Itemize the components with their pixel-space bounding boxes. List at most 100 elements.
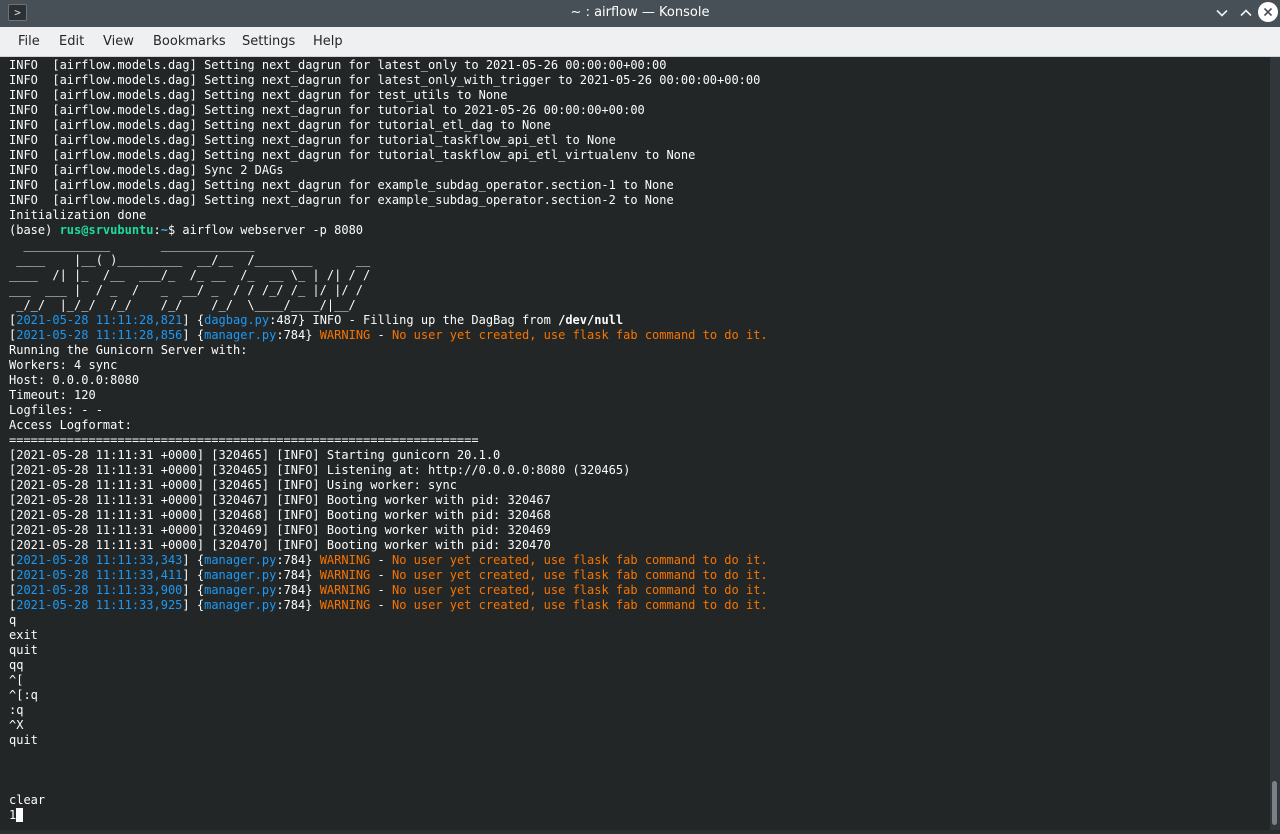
terminal-line: Timeout: 120 <box>9 388 768 403</box>
terminal-segment: [2021-05-28 11:11:31 +0000] [320465] [IN… <box>9 463 631 477</box>
terminal-segment: ___ ___ | / _ / _ __/ _ / / /_/ /_ |/ |/… <box>9 283 364 297</box>
terminal-line: INFO [airflow.models.dag] Setting next_d… <box>9 178 768 193</box>
menu-bookmarks[interactable]: Bookmarks <box>153 27 226 57</box>
terminal-segment: manager.py <box>204 553 277 567</box>
menu-edit[interactable]: Edit <box>59 27 84 57</box>
terminal-segment: [2021-05-28 11:11:31 +0000] [320470] [IN… <box>9 538 551 552</box>
terminal-segment: ] { <box>182 598 205 612</box>
terminal-line: [2021-05-28 11:11:31 +0000] [320465] [IN… <box>9 463 768 478</box>
terminal-line: INFO [airflow.models.dag] Setting next_d… <box>9 133 768 148</box>
terminal-segment: 2021-05-28 11:11:28,856 <box>16 328 183 342</box>
terminal-line: Host: 0.0.0.0:8080 <box>9 373 768 388</box>
terminal-line: [2021-05-28 11:11:31 +0000] [320470] [IN… <box>9 538 768 553</box>
terminal-segment: 2021-05-28 11:11:33,900 <box>16 583 183 597</box>
terminal-segment: [2021-05-28 11:11:31 +0000] [320467] [IN… <box>9 493 551 507</box>
window-titlebar[interactable]: > ~ : airflow — Konsole <box>0 0 1280 27</box>
terminal-line: [2021-05-28 11:11:33,411] {manager.py:78… <box>9 568 768 583</box>
minimize-button[interactable] <box>1212 3 1232 23</box>
close-button[interactable] <box>1258 2 1278 22</box>
menu-help[interactable]: Help <box>313 27 343 57</box>
terminal-segment: ____ /| |_ /__ ___/_ /_ __ /_ __ \_ | /|… <box>9 268 371 282</box>
terminal-segment: INFO [airflow.models.dag] Setting next_d… <box>9 148 696 162</box>
terminal-segment: ] { <box>182 313 205 327</box>
terminal-line: [2021-05-28 11:11:31 +0000] [320465] [IN… <box>9 448 768 463</box>
terminal-output[interactable]: INFO [airflow.models.dag] Setting next_d… <box>0 57 1270 830</box>
terminal-segment: Host: 0.0.0.0:8080 <box>9 373 140 387</box>
terminal-segment: - <box>370 568 392 582</box>
terminal-segment: INFO [airflow.models.dag] Setting next_d… <box>9 118 551 132</box>
terminal-segment: 2021-05-28 11:11:33,925 <box>16 598 183 612</box>
terminal-line: ^[:q <box>9 688 768 703</box>
terminal-line: Logfiles: - - <box>9 403 768 418</box>
terminal-segment: INFO [airflow.models.dag] Setting next_d… <box>9 58 667 72</box>
terminal-segment: [2021-05-28 11:11:31 +0000] [320465] [IN… <box>9 448 501 462</box>
scrollbar-thumb[interactable] <box>1272 781 1277 825</box>
terminal-line: INFO [airflow.models.dag] Setting next_d… <box>9 103 768 118</box>
terminal-line: ____ |__( )_________ __/__ /________ __ <box>9 253 768 268</box>
terminal-line: [2021-05-28 11:11:33,343] {manager.py:78… <box>9 553 768 568</box>
terminal-segment: Initialization done <box>9 208 147 222</box>
terminal-segment: :487} INFO - Filling up the DagBag from <box>269 313 559 327</box>
menu-file[interactable]: File <box>18 27 40 57</box>
menu-view[interactable]: View <box>103 27 134 57</box>
window-title: ~ : airflow — Konsole <box>570 5 710 20</box>
terminal-line: INFO [airflow.models.dag] Setting next_d… <box>9 193 768 208</box>
terminal-segment: manager.py <box>204 598 277 612</box>
terminal-line: [2021-05-28 11:11:28,856] {manager.py:78… <box>9 328 768 343</box>
terminal-segment: dagbag.py <box>204 313 270 327</box>
maximize-button[interactable] <box>1236 3 1256 23</box>
terminal-line: quit <box>9 733 768 748</box>
terminal-segment: WARNING <box>319 328 371 342</box>
terminal-segment: exit <box>9 628 38 642</box>
terminal-segment: No user yet created, use flask fab comma… <box>391 583 768 597</box>
terminal-segment: ^[ <box>9 673 24 687</box>
terminal-line: exit <box>9 628 768 643</box>
terminal-segment: clear <box>9 793 46 807</box>
terminal-line: q <box>9 613 768 628</box>
menu-settings[interactable]: Settings <box>242 27 295 57</box>
terminal-segment: /dev/null <box>558 313 624 327</box>
terminal-segment: INFO [airflow.models.dag] Setting next_d… <box>9 103 645 117</box>
terminal-line: INFO [airflow.models.dag] Setting next_d… <box>9 88 768 103</box>
terminal-segment: ^[:q <box>9 688 38 702</box>
terminal-segment: :784} <box>276 598 320 612</box>
window-bottom-edge <box>0 830 1280 834</box>
terminal-segment: INFO [airflow.models.dag] Setting next_d… <box>9 133 616 147</box>
terminal-segment: WARNING <box>319 598 371 612</box>
terminal-segment: ] { <box>182 583 205 597</box>
terminal-segment: ^X <box>9 718 24 732</box>
terminal-line: INFO [airflow.models.dag] Setting next_d… <box>9 73 768 88</box>
terminal-line: ========================================… <box>9 433 768 448</box>
terminal-segment: :784} <box>276 568 320 582</box>
terminal-line: [2021-05-28 11:11:33,900] {manager.py:78… <box>9 583 768 598</box>
terminal-segment: INFO [airflow.models.dag] Setting next_d… <box>9 193 674 207</box>
terminal-segment: $ airflow webserver -p 8080 <box>167 223 364 237</box>
terminal-line: 1 <box>9 808 768 823</box>
terminal-line: Initialization done <box>9 208 768 223</box>
terminal-segment: - <box>370 583 392 597</box>
terminal-segment: [2021-05-28 11:11:31 +0000] [320468] [IN… <box>9 508 551 522</box>
terminal-segment: INFO [airflow.models.dag] Setting next_d… <box>9 178 674 192</box>
terminal-segment: :q <box>9 703 24 717</box>
terminal-line: ^X <box>9 718 768 733</box>
terminal-line: qq <box>9 658 768 673</box>
close-icon <box>1263 7 1273 17</box>
terminal-line: ____ /| |_ /__ ___/_ /_ __ /_ __ \_ | /|… <box>9 268 768 283</box>
terminal-line: [2021-05-28 11:11:33,925] {manager.py:78… <box>9 598 768 613</box>
terminal-segment: ____ |__( )_________ __/__ /________ __ <box>9 253 371 267</box>
terminal-segment: No user yet created, use flask fab comma… <box>391 553 768 567</box>
terminal-segment: No user yet created, use flask fab comma… <box>391 328 768 342</box>
terminal-line: INFO [airflow.models.dag] Sync 2 DAGs <box>9 163 768 178</box>
terminal-segment: - <box>370 598 392 612</box>
terminal-line: (base) rus@srvubuntu:~$ airflow webserve… <box>9 223 768 238</box>
terminal-line: [2021-05-28 11:11:31 +0000] [320469] [IN… <box>9 523 768 538</box>
terminal-line: :q <box>9 703 768 718</box>
terminal-segment: Access Logformat: <box>9 418 132 432</box>
terminal-line: ___ ___ | / _ / _ __/ _ / / /_/ /_ |/ |/… <box>9 283 768 298</box>
terminal-segment: No user yet created, use flask fab comma… <box>391 568 768 582</box>
chevron-down-icon <box>1216 9 1228 17</box>
terminal-scrollbar[interactable] <box>1270 57 1280 830</box>
terminal-text: INFO [airflow.models.dag] Setting next_d… <box>9 58 768 823</box>
terminal-segment: INFO [airflow.models.dag] Setting next_d… <box>9 88 508 102</box>
